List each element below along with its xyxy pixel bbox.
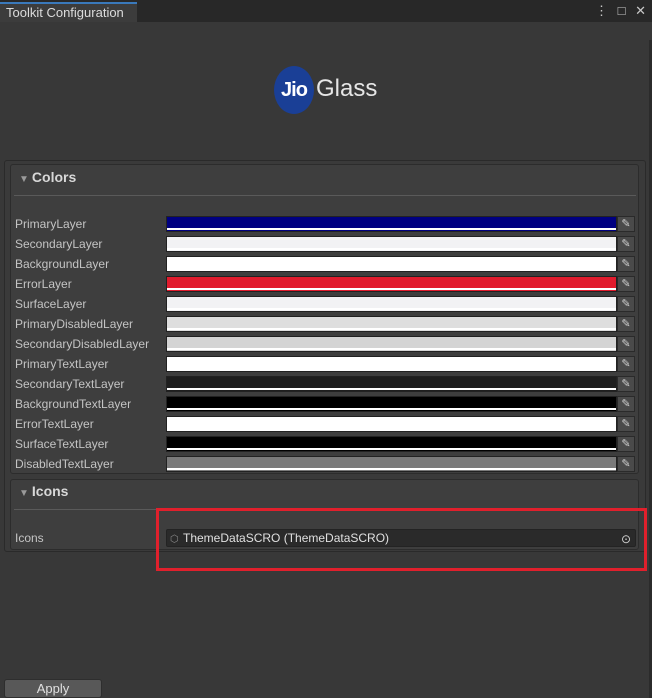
color-swatch-field[interactable]: [166, 456, 617, 472]
color-swatch-field[interactable]: [166, 296, 617, 312]
color-swatch-field[interactable]: [166, 216, 617, 232]
eyedropper-icon[interactable]: ✎: [617, 256, 635, 272]
color-swatch-field[interactable]: [166, 356, 617, 372]
eyedropper-icon[interactable]: ✎: [617, 376, 635, 392]
eyedropper-icon[interactable]: ✎: [617, 456, 635, 472]
color-row-label: PrimaryTextLayer: [15, 357, 109, 371]
alpha-bar: [167, 388, 616, 390]
color-swatch-field[interactable]: [166, 276, 617, 292]
eyedropper-icon[interactable]: ✎: [617, 296, 635, 312]
alpha-bar: [167, 368, 616, 370]
icons-foldout[interactable]: ▼ Icons: [19, 483, 68, 499]
colors-foldout[interactable]: ▼ Colors: [19, 169, 76, 185]
color-row-label: ErrorLayer: [15, 277, 72, 291]
color-swatch-field[interactable]: [166, 436, 617, 452]
eyedropper-icon[interactable]: ✎: [617, 356, 635, 372]
divider: [14, 195, 636, 196]
foldout-triangle-icon: ▼: [19, 488, 29, 499]
alpha-bar: [167, 308, 616, 310]
maximize-icon[interactable]: □: [618, 3, 626, 18]
eyedropper-icon[interactable]: ✎: [617, 436, 635, 452]
color-swatch-field[interactable]: [166, 376, 617, 392]
kebab-menu-icon[interactable]: ⋮: [595, 3, 608, 18]
icons-title: Icons: [31, 483, 69, 499]
color-row-label: PrimaryLayer: [15, 217, 87, 231]
alpha-bar: [167, 268, 616, 270]
color-swatch-field[interactable]: [166, 416, 617, 432]
eyedropper-icon[interactable]: ✎: [617, 316, 635, 332]
apply-button[interactable]: Apply: [4, 679, 102, 698]
window-titlebar: Toolkit Configuration ⋮ □ ✕: [0, 0, 652, 22]
color-row-label: PrimaryDisabledLayer: [15, 317, 134, 331]
color-row-label: SurfaceLayer: [15, 297, 87, 311]
alpha-bar: [167, 408, 616, 410]
tab-toolkit-configuration[interactable]: Toolkit Configuration: [0, 2, 137, 22]
eyedropper-icon[interactable]: ✎: [617, 396, 635, 412]
tab-label: Toolkit Configuration: [6, 5, 124, 20]
eyedropper-icon[interactable]: ✎: [617, 216, 635, 232]
jio-badge: Jio: [274, 66, 314, 114]
logo-text: Glass: [316, 75, 378, 102]
color-swatch-field[interactable]: [166, 256, 617, 272]
color-row-label: SecondaryLayer: [15, 237, 103, 251]
alpha-bar: [167, 468, 616, 470]
colors-title: Colors: [31, 169, 77, 185]
color-row-label: SurfaceTextLayer: [15, 437, 109, 451]
color-row-label: BackgroundLayer: [15, 257, 110, 271]
alpha-bar: [167, 228, 616, 230]
color-swatch-field[interactable]: [166, 236, 617, 252]
window-controls: ⋮ □ ✕: [589, 3, 646, 19]
color-row-label: BackgroundTextLayer: [15, 397, 132, 411]
eyedropper-icon[interactable]: ✎: [617, 276, 635, 292]
alpha-bar: [167, 288, 616, 290]
color-row-label: SecondaryTextLayer: [15, 377, 125, 391]
alpha-bar: [167, 448, 616, 450]
color-row-label: DisabledTextLayer: [15, 457, 114, 471]
eyedropper-icon[interactable]: ✎: [617, 336, 635, 352]
alpha-bar: [167, 328, 616, 330]
foldout-triangle-icon: ▼: [19, 174, 29, 185]
icons-field-label: Icons: [15, 531, 44, 545]
color-row-label: ErrorTextLayer: [15, 417, 94, 431]
highlight-box: [156, 508, 647, 571]
color-swatch-field[interactable]: [166, 316, 617, 332]
eyedropper-icon[interactable]: ✎: [617, 236, 635, 252]
color-swatch-field[interactable]: [166, 396, 617, 412]
alpha-bar: [167, 248, 616, 250]
eyedropper-icon[interactable]: ✎: [617, 416, 635, 432]
alpha-bar: [167, 428, 616, 430]
color-swatch-field[interactable]: [166, 336, 617, 352]
alpha-bar: [167, 348, 616, 350]
color-row-label: SecondaryDisabledLayer: [15, 337, 150, 351]
close-icon[interactable]: ✕: [635, 3, 646, 18]
